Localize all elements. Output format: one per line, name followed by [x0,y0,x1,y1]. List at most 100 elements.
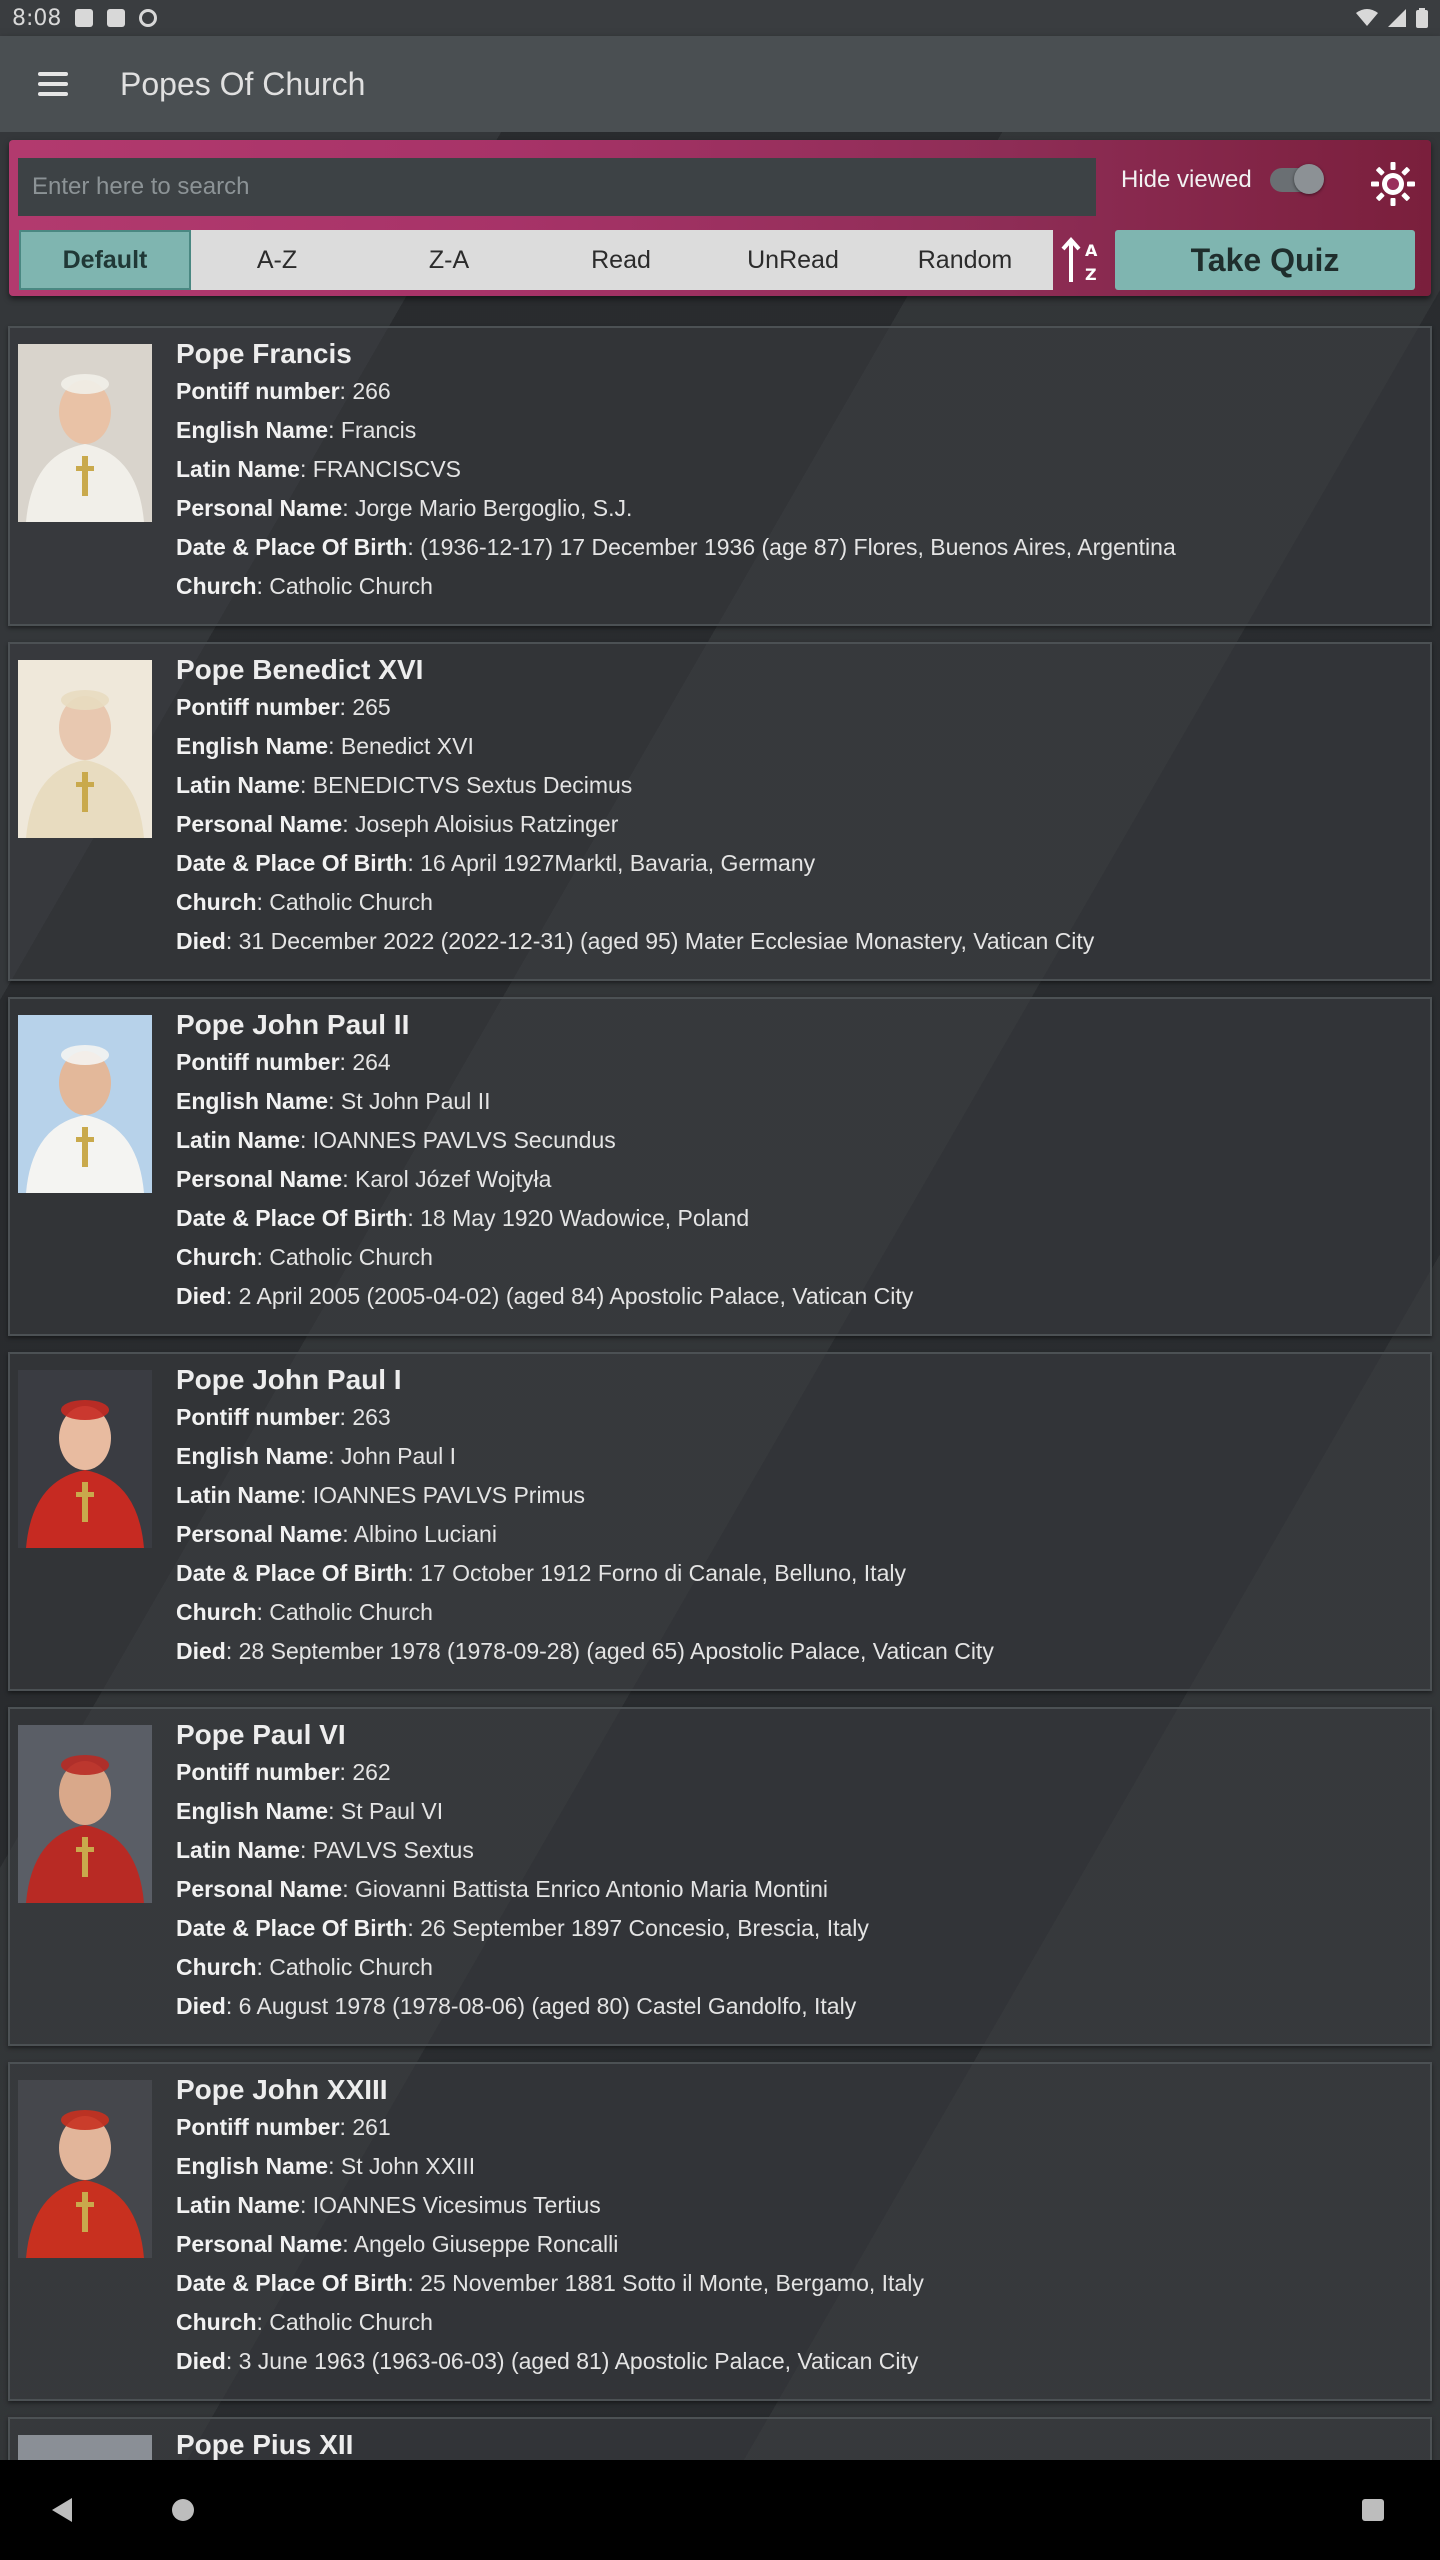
pope-details: Pope Paul VI Pontiff number: 262 English N… [176,1719,1420,2026]
pope-field: Church: Catholic Church [176,1238,1420,1277]
pope-field-label: Date & Place Of Birth [176,1205,408,1231]
sd-card-icon [107,9,126,27]
pope-field-label: Latin Name [176,2192,300,2218]
pope-field-value: : 263 [339,1404,391,1430]
pope-field-label: Pontiff number [176,2114,340,2140]
pope-field-value: : BENEDICTVS Sextus Decimus [299,772,633,798]
pope-portrait [18,2080,152,2258]
pope-field-value: : 261 [339,2114,391,2140]
back-icon[interactable] [52,2498,72,2522]
pope-field-value: : Catholic Church [256,889,433,915]
pope-field: Pontiff number: 264 [176,1043,1420,1082]
pope-field-label: Pontiff number [176,1404,340,1430]
pope-field-label: Church [176,1599,257,1625]
pope-field-label: Personal Name [176,2231,343,2257]
sort-unread-button[interactable]: UnRead [707,230,879,290]
pope-portrait [18,2435,152,2460]
pope-field: Personal Name: Angelo Giuseppe Roncalli [176,2225,1420,2264]
pope-field-label: Church [176,573,257,599]
take-quiz-button[interactable]: Take Quiz [1115,230,1415,290]
pope-field-value: : Karol Józef Wojtyła [342,1166,552,1192]
pope-card[interactable]: Pope Benedict XVI Pontiff number: 265 Engl… [8,642,1432,981]
sort-read-button[interactable]: Read [535,230,707,290]
pope-name: Pope Pius XII [176,2429,354,2460]
pope-field: English Name: St John Paul II [176,1082,1420,1121]
pope-name: Pope Paul VI [176,1719,346,1750]
pope-field: Date & Place Of Birth: 26 September 1897… [176,1909,1420,1948]
pope-field-label: Personal Name [176,1166,343,1192]
pope-field: Pontiff number: 265 [176,688,1420,727]
pope-field-label: Personal Name [176,811,343,837]
pope-field: Personal Name: Karol Józef Wojtyła [176,1160,1420,1199]
pope-field: Date & Place Of Birth: 16 April 1927Mark… [176,844,1420,883]
hide-viewed-toggle[interactable] [1269,164,1324,194]
pope-portrait [18,1725,152,1903]
recents-icon[interactable] [1362,2499,1384,2521]
pope-portrait [18,344,152,522]
pope-field-value: : IOANNES PAVLVS Secundus [299,1127,616,1153]
menu-icon[interactable] [0,36,106,132]
search-input[interactable] [18,158,1096,216]
pope-field-value: : (1936-12-17) 17 December 1936 (age 87)… [407,534,1176,560]
pope-details: Pope Francis Pontiff number: 266 English N… [176,338,1420,606]
pope-field-label: Church [176,1954,257,1980]
sort-random-button[interactable]: Random [879,230,1051,290]
pope-card[interactable]: Pope John Paul I Pontiff number: 263 Engli… [8,1352,1432,1691]
pope-field-value: : 265 [339,694,391,720]
pope-field-label: Personal Name [176,1876,343,1902]
filter-panel: Hide viewed Default A-Z Z-A Read UnRead [9,140,1431,296]
pope-field-label: Personal Name [176,1521,343,1547]
pope-card[interactable]: Pope John Paul II Pontiff number: 264 Engl… [8,997,1432,1336]
app-bar: Popes Of Church [0,36,1440,132]
battery-icon [1416,8,1428,28]
pope-field-label: English Name [176,1088,329,1114]
pope-field-value: : 3 June 1963 (1963-06-03) (aged 81) Apo… [225,2348,919,2374]
pope-card[interactable]: Pope Paul VI Pontiff number: 262 English N… [8,1707,1432,2046]
pope-field-label: Personal Name [176,495,343,521]
pope-field-label: English Name [176,1798,329,1824]
pope-details: Pope Pius XII [176,2429,1420,2460]
pope-field: Died: 2 April 2005 (2005-04-02) (aged 84… [176,1277,1420,1316]
pope-field-value: : Benedict XVI [328,733,474,759]
pope-field: Died: 31 December 2022 (2022-12-31) (age… [176,922,1420,961]
pope-field-value: : IOANNES PAVLVS Primus [299,1482,586,1508]
pope-field: Latin Name: PAVLVS Sextus [176,1831,1420,1870]
pope-field-value: : St John XXIII [328,2153,476,2179]
pope-field-label: Pontiff number [176,694,340,720]
sort-z-a-button[interactable]: Z-A [363,230,535,290]
pope-field: Church: Catholic Church [176,567,1420,606]
pope-field: Personal Name: Albino Luciani [176,1515,1420,1554]
pope-field-value: : FRANCISCVS [299,456,462,482]
pope-field-label: English Name [176,417,329,443]
home-icon[interactable] [172,2499,194,2521]
pope-field: Church: Catholic Church [176,1593,1420,1632]
pope-field-value: : 2 April 2005 (2005-04-02) (aged 84) Ap… [225,1283,914,1309]
pope-details: Pope Benedict XVI Pontiff number: 265 Engl… [176,654,1420,961]
pope-field: Date & Place Of Birth: 17 October 1912 F… [176,1554,1420,1593]
pope-field-value: : Angelo Giuseppe Roncalli [342,2231,619,2257]
sort-direction-icon[interactable]: A Z [1059,236,1105,286]
pope-field-value: : Catholic Church [256,2309,433,2335]
pope-field-label: Latin Name [176,772,300,798]
sort-default-button[interactable]: Default [19,230,191,290]
brightness-icon[interactable] [1369,160,1417,208]
pope-card[interactable]: Pope John XXIII Pontiff number: 261 Englis… [8,2062,1432,2401]
pope-field-label: Latin Name [176,1482,300,1508]
pope-field-value: : Jorge Mario Bergoglio, S.J. [342,495,633,521]
pope-field-label: Date & Place Of Birth [176,1560,408,1586]
pope-field: Pontiff number: 263 [176,1398,1420,1437]
pope-card[interactable]: Pope Pius XII [8,2417,1432,2460]
pope-field: Church: Catholic Church [176,883,1420,922]
pope-field-label: Died [176,928,226,954]
pope-card[interactable]: Pope Francis Pontiff number: 266 English N… [8,326,1432,626]
pope-field: Pontiff number: 266 [176,372,1420,411]
sort-a-z-button[interactable]: A-Z [191,230,363,290]
pope-field-label: English Name [176,2153,329,2179]
pope-field-label: Date & Place Of Birth [176,1915,408,1941]
pope-name: Pope John XXIII [176,2074,388,2105]
pope-field-label: Died [176,1283,226,1309]
hide-viewed-control: Hide viewed [1121,164,1324,194]
hide-viewed-label: Hide viewed [1121,166,1252,193]
pope-portrait [18,1015,152,1193]
pope-name: Pope John Paul II [176,1009,410,1040]
